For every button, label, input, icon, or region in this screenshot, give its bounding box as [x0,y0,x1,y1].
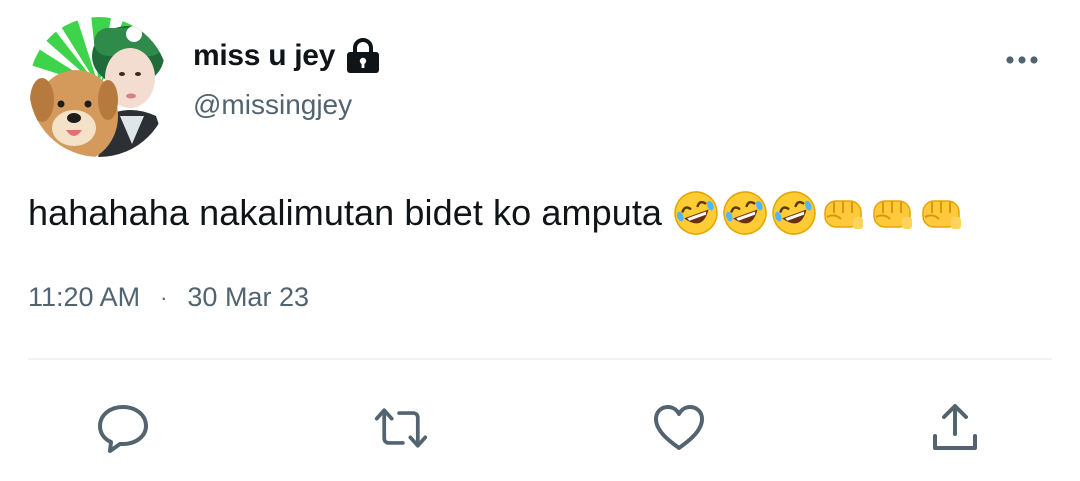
emoji-row [672,189,966,237]
tweet-timestamp[interactable]: 11:20 AM · 30 Mar 23 [28,282,309,313]
heart-icon [654,405,704,450]
display-name-row: miss u jey [193,34,381,78]
rolling-on-floor-laughing-emoji [723,191,767,235]
tweet-time: 11:20 AM [28,282,141,312]
retweet-button[interactable] [373,400,429,456]
more-horizontal-icon [1006,56,1038,64]
avatar[interactable] [28,16,170,158]
reply-icon [98,405,148,453]
meta-separator: · [160,284,168,310]
tweet-text-body: hahahaha nakalimutan bidet ko amputa [28,192,663,233]
lock-icon [345,37,381,75]
user-handle[interactable]: @missingjey [193,89,352,121]
tweet-date: 30 Mar 23 [187,282,309,312]
rolling-on-floor-laughing-emoji [674,191,718,235]
rolling-on-floor-laughing-emoji [772,191,816,235]
tweet-text: hahahaha nakalimutan bidet ko amputa [28,188,966,238]
more-options-button[interactable] [998,44,1046,76]
oncoming-fist-emoji [873,200,913,229]
share-icon [933,404,977,450]
retweet-icon [374,408,428,448]
oncoming-fist-emoji [824,200,864,229]
display-name[interactable]: miss u jey [193,39,335,73]
oncoming-fist-emoji [922,200,962,229]
like-button[interactable] [651,400,707,456]
reply-button[interactable] [95,400,151,456]
share-button[interactable] [927,400,983,456]
divider [28,358,1052,360]
tweet-card: miss u jey @missingjey hahahaha nakalimu… [0,0,1080,481]
